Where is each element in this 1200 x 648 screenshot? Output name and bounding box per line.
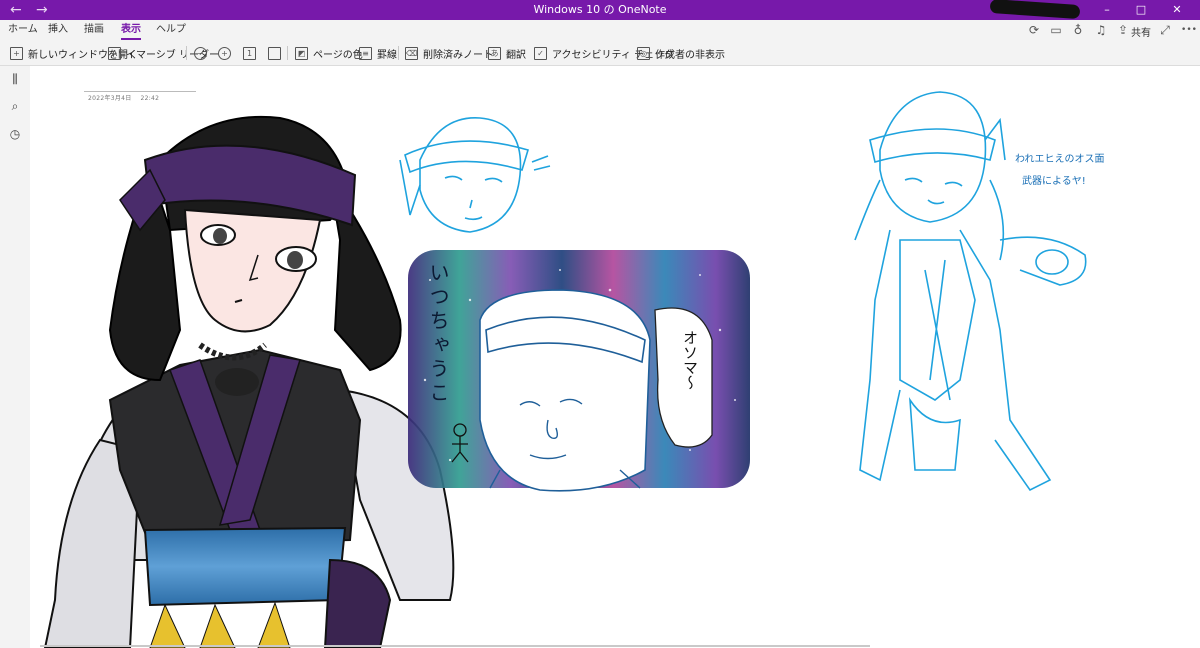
ink-drawing[interactable]: オソマ〜 いつちゃうこ われエヒえのオス面 武器によるヤ! — [0, 0, 1200, 648]
horizontal-scrollbar[interactable] — [40, 645, 870, 647]
main-character-drawing — [43, 115, 455, 648]
speech-bubble-text: オソマ〜 — [681, 330, 699, 390]
sketch-caption-line1: われエヒえのオス面 — [1015, 153, 1105, 165]
sketch-head-small — [399, 117, 551, 233]
vertical-text: いつちゃうこ — [426, 262, 450, 406]
sketch-figure-right — [854, 91, 1087, 492]
sketch-caption-line2: 武器によるヤ! — [1022, 174, 1086, 187]
aurora-panel: オソマ〜 いつちゃうこ — [408, 250, 750, 492]
